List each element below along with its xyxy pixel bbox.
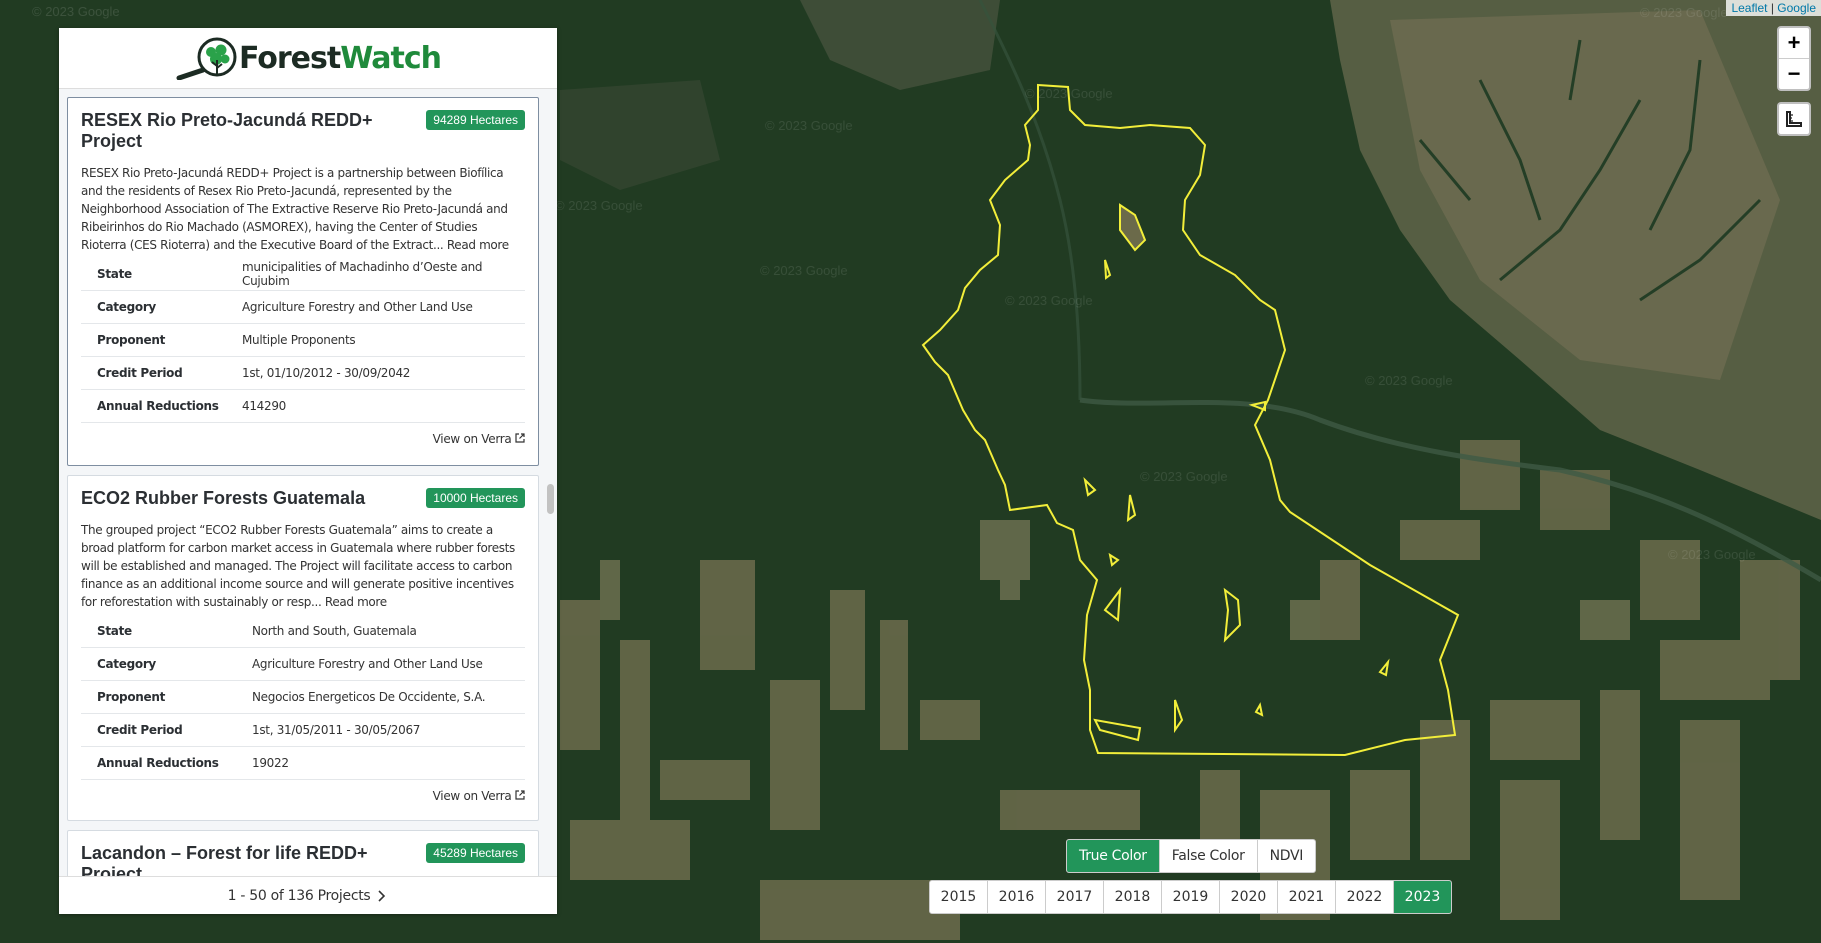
project-panel: ForestWatch RESEX Rio Preto-Jacundá REDD… (59, 28, 557, 914)
panel-scrollbar[interactable] (547, 484, 554, 514)
mode-ndvi-button[interactable]: NDVI (1256, 840, 1316, 872)
project-details-table: State North and South, Guatemala Category… (81, 615, 525, 780)
project-title[interactable]: Lacandon – Forest for life REDD+ Project (81, 843, 386, 876)
map-attribution: Leaflet | Google (1726, 0, 1821, 16)
panel-header: ForestWatch (59, 28, 557, 89)
field-label: State (81, 615, 252, 648)
year-button-2016[interactable]: 2016 (987, 881, 1045, 913)
svg-text:© 2023 Google: © 2023 Google (760, 263, 848, 278)
field-value: North and South, Guatemala (252, 615, 525, 648)
table-row: Annual Reductions 414290 (81, 389, 525, 423)
measure-button[interactable] (1777, 102, 1811, 136)
year-selector: 2015 2016 2017 2018 2019 2020 2021 2022 … (929, 880, 1452, 914)
svg-text:© 2023 Google: © 2023 Google (555, 198, 643, 213)
field-label: Annual Reductions (81, 389, 242, 423)
logo-text-watch: Watch (340, 40, 442, 76)
svg-text:© 2023 Google: © 2023 Google (1668, 547, 1756, 562)
year-button-2022[interactable]: 2022 (1335, 881, 1393, 913)
chevron-right-icon[interactable] (374, 889, 388, 903)
field-label: Annual Reductions (81, 746, 252, 780)
google-link[interactable]: Google (1777, 1, 1816, 15)
field-value: 19022 (252, 746, 525, 780)
project-card[interactable]: RESEX Rio Preto-Jacundá REDD+ Project 94… (67, 97, 539, 466)
project-title[interactable]: RESEX Rio Preto-Jacundá REDD+ Project (81, 110, 386, 152)
read-more-link[interactable]: Read more (325, 595, 387, 609)
hectares-badge: 94289 Hectares (426, 110, 525, 130)
description-text: The grouped project “ECO2 Rubber Forests… (81, 523, 515, 609)
mode-true-color-button[interactable]: True Color (1067, 840, 1159, 872)
hectares-badge: 10000 Hectares (426, 488, 525, 508)
table-row: Annual Reductions 19022 (81, 746, 525, 780)
ruler-icon (1786, 111, 1802, 127)
view-mode-toggle: True Color False Color NDVI (1066, 839, 1317, 873)
magnifier-tree-icon (176, 37, 237, 80)
field-label: Proponent (81, 323, 242, 357)
field-value: Agriculture Forestry and Other Land Use (252, 647, 525, 681)
svg-text:© 2023 Google: © 2023 Google (1140, 469, 1228, 484)
year-button-2023[interactable]: 2023 (1393, 881, 1451, 913)
field-value: 1st, 31/05/2011 - 30/05/2067 (252, 713, 525, 747)
project-card[interactable]: Lacandon – Forest for life REDD+ Project… (67, 830, 539, 876)
project-description: The grouped project “ECO2 Rubber Forests… (81, 521, 525, 611)
svg-text:© 2023 Google: © 2023 Google (1365, 373, 1453, 388)
table-row: Proponent Multiple Proponents (81, 323, 525, 357)
view-on-verra-link[interactable]: View on Verra (81, 780, 525, 812)
svg-text:© 2023 Google: © 2023 Google (1025, 86, 1113, 101)
year-button-2015[interactable]: 2015 (930, 881, 987, 913)
hectares-badge: 45289 Hectares (426, 843, 525, 863)
svg-text:© 2023 Google: © 2023 Google (32, 4, 120, 19)
field-value: 414290 (242, 389, 525, 423)
field-label: Category (81, 290, 242, 324)
pagination[interactable]: 1 - 50 of 136 Projects (59, 876, 557, 914)
svg-text:© 2023 Google: © 2023 Google (1005, 293, 1093, 308)
year-button-2017[interactable]: 2017 (1045, 881, 1103, 913)
field-label: Proponent (81, 680, 252, 714)
verra-link-label: View on Verra (432, 789, 512, 803)
logo-text-forest: Forest (239, 40, 341, 76)
year-button-2021[interactable]: 2021 (1277, 881, 1335, 913)
field-label: Credit Period (81, 713, 252, 747)
external-link-icon (515, 790, 525, 800)
project-title[interactable]: ECO2 Rubber Forests Guatemala (81, 488, 386, 509)
project-description: RESEX Rio Preto-Jacundá REDD+ Project is… (81, 164, 525, 254)
field-value: Agriculture Forestry and Other Land Use (242, 290, 525, 324)
project-card[interactable]: ECO2 Rubber Forests Guatemala 10000 Hect… (67, 475, 539, 821)
table-row: Category Agriculture Forestry and Other L… (81, 647, 525, 681)
table-row: Proponent Negocios Energeticos De Occiden… (81, 680, 525, 714)
app-logo[interactable]: ForestWatch (239, 40, 442, 76)
field-label: State (81, 258, 242, 291)
read-more-link[interactable]: Read more (447, 238, 509, 252)
field-value: 1st, 01/10/2012 - 30/09/2042 (242, 356, 525, 390)
field-value: municipalities of Machadinho d’Oeste and… (242, 258, 525, 291)
attribution-separator: | (1770, 1, 1774, 15)
field-value: Multiple Proponents (242, 323, 525, 357)
verra-link-label: View on Verra (432, 432, 512, 446)
table-row: Credit Period 1st, 31/05/2011 - 30/05/206… (81, 713, 525, 747)
zoom-out-button[interactable]: − (1779, 59, 1809, 89)
year-button-2020[interactable]: 2020 (1219, 881, 1277, 913)
zoom-in-button[interactable]: + (1779, 28, 1809, 59)
pagination-text: 1 - 50 of 136 Projects (227, 887, 371, 904)
year-button-2019[interactable]: 2019 (1161, 881, 1219, 913)
svg-text:© 2023 Google: © 2023 Google (1640, 5, 1728, 20)
table-row: Credit Period 1st, 01/10/2012 - 30/09/204… (81, 356, 525, 390)
leaflet-link[interactable]: Leaflet (1731, 1, 1767, 15)
external-link-icon (515, 433, 525, 443)
table-row: State North and South, Guatemala (81, 615, 525, 648)
description-text: RESEX Rio Preto-Jacundá REDD+ Project is… (81, 166, 508, 252)
field-label: Credit Period (81, 356, 242, 390)
field-label: Category (81, 647, 252, 681)
table-row: Category Agriculture Forestry and Other L… (81, 290, 525, 324)
field-value: Negocios Energeticos De Occidente, S.A. (252, 680, 525, 714)
project-details-table: State municipalities of Machadinho d’Oest… (81, 258, 525, 423)
project-list[interactable]: RESEX Rio Preto-Jacundá REDD+ Project 94… (59, 89, 557, 876)
view-on-verra-link[interactable]: View on Verra (81, 423, 525, 455)
svg-text:© 2023 Google: © 2023 Google (765, 118, 853, 133)
table-row: State municipalities of Machadinho d’Oest… (81, 258, 525, 291)
mode-false-color-button[interactable]: False Color (1158, 840, 1257, 872)
zoom-control: + − (1777, 26, 1811, 91)
year-button-2018[interactable]: 2018 (1103, 881, 1161, 913)
